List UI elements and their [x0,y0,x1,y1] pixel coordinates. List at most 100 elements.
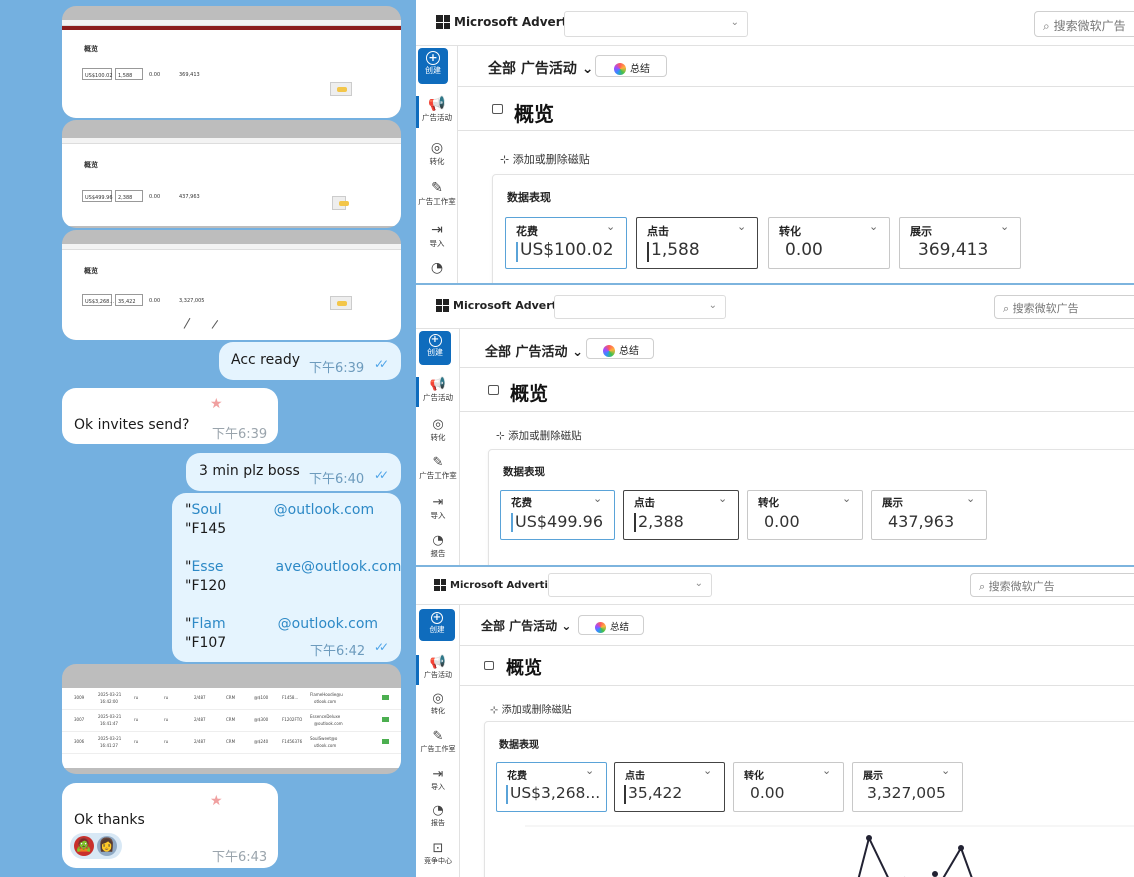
summary-button[interactable]: 总结 [595,55,667,77]
metric-spend[interactable]: 花费 ⌄ US$100.02 [505,217,627,269]
screenshot-photo[interactable]: 概览 US$100.02 1,588 0.00 369,413 [62,6,401,118]
table-row: 3009 2025-03-21 16:42:00 ru ru 2/487 CRM… [62,688,401,710]
add-remove-tiles-button[interactable]: ⊹ 添加或删除磁贴 [496,428,582,443]
account-selector[interactable]: ⌄ [554,295,726,319]
metric-conversions[interactable]: 转化 ⌄ 0.00 [733,762,844,812]
screenshot-photo[interactable]: 概览 US$3,268... 35,422 0.00 3,327,005 [62,230,401,340]
campaign-selector[interactable]: 全部 广告活动 ⌄ [485,341,583,360]
campaign-selector[interactable]: 全部 广告活动 ⌄ [488,58,593,78]
chart-point [866,835,872,841]
message-bubble-incoming[interactable]: ★ Ok invites send? 下午6:39 [62,388,278,444]
performance-card: 数据表现 花费 ⌄ US$100.02 点击 ⌄ 1,588 转化 ⌄ 0.00 展示… [492,174,1134,283]
nav-import[interactable]: ⇥ 导入 [416,767,460,797]
sidebar-toggle-icon[interactable] [484,661,494,670]
nav-reports[interactable]: ◔ 报告 [416,533,460,563]
metric-spend[interactable]: 花费 ⌄ US$499.96 [500,490,615,540]
thumbnail-metric: 0.00 [149,194,161,200]
metric-impressions[interactable]: 展示 ⌄ 3,327,005 [852,762,963,812]
add-icon: ⊹ [500,153,510,166]
nav-campaigns[interactable]: 📢 广告活动 [416,377,460,407]
account-selector[interactable]: ⌄ [564,11,748,37]
nav-import[interactable]: ⇥ 导入 [416,495,460,525]
nav-campaigns[interactable]: 📢 广告活动 [416,655,460,685]
create-button[interactable]: + 创建 [419,609,455,641]
metric-conversions[interactable]: 转化 ⌄ 0.00 [747,490,863,540]
message-text: Ok thanks [74,812,145,828]
pie-chart-icon: ◔ [432,533,444,548]
thumbnail-browser-bar [62,138,401,144]
chevron-down-icon: ⌄ [606,220,616,233]
nav-ad-studio[interactable]: ✎ 广告工作室 [416,729,460,759]
add-remove-tiles-button[interactable]: ⊹ 添加或删除磁贴 [490,701,572,716]
star-reaction-icon: ★ [210,793,223,809]
series-color-bar [506,785,508,804]
nav-ad-studio[interactable]: ✎ 广告工作室 [416,180,458,212]
ads-main: 全部 广告活动 ⌄ 总结 概览 ⊹ 添加或删除磁贴 数据表现 花费 ⌄ US$49… [460,329,1134,565]
add-remove-tiles-button[interactable]: ⊹ 添加或删除磁贴 [500,151,590,167]
credential-password-line: "F107 [185,635,227,651]
left-nav: + 创建 📢 广告活动 ◎ 转化 ✎ 广告工作室 ⇥ 导入 ◔ 报告 [416,329,460,565]
nav-competition-center[interactable]: ⊡ 竞争中心 [416,841,460,871]
metric-spend[interactable]: 花费 ⌄ US$3,268... [496,762,607,812]
nav-campaigns[interactable]: 📢 广告活动 [416,96,458,128]
summary-button[interactable]: 总结 [578,615,644,635]
message-bubble-outgoing[interactable]: "Soul @outlook.com "F145 "Esse ave@outlook… [172,493,401,662]
metric-impressions[interactable]: 展示 ⌄ 437,963 [871,490,987,540]
message-bubble-incoming[interactable]: ★ Ok thanks 🧟 👩 下午6:43 [62,783,278,868]
nav-reports[interactable]: ◔ [416,260,458,280]
message-time: 下午6:39 [212,427,268,442]
thumbnail-metric: 35,422 [115,294,143,306]
studio-icon: ✎ [431,180,443,196]
thumbnail-screen: 概览 US$100.02 1,588 0.00 369,413 [62,20,401,118]
ads-screenshot-panel: Microsoft Advertising ⌄ ⌕ 搜索微软广告 + 创建 📢 广告… [416,285,1134,565]
screenshot-photo[interactable]: 概览 US$499.96 2,388 0.00 437,963 [62,120,401,228]
metric-clicks[interactable]: 点击 ⌄ 1,588 [636,217,758,269]
screenshot-photo[interactable]: 3009 2025-03-21 16:42:00 ru ru 2/487 CRM… [62,664,401,774]
chevron-down-icon: ⌄ [703,764,713,777]
thumbnail-metric: 0.00 [149,72,161,78]
card-title: 数据表现 [503,466,545,478]
ads-main: 全部 广告活动 ⌄ 总结 概览 ⊹ 添加或删除磁贴 数据表现 花费 ⌄ US$10… [458,46,1134,283]
ads-main: 全部 广告活动 ⌄ 总结 概览 ⊹ 添加或删除磁贴 数据表现 花费 ⌄ US$3,… [460,605,1134,877]
chat-conversation: 概览 US$100.02 1,588 0.00 369,413 概览 US$49… [0,0,416,877]
page-title: 概览 [514,102,554,126]
sidebar-toggle-icon[interactable] [488,385,499,395]
create-button[interactable]: + 创建 [418,48,448,84]
divider [460,645,1134,646]
campaign-selector[interactable]: 全部 广告活动 ⌄ [481,617,571,634]
search-input[interactable]: ⌕ 搜索微软广告 [970,573,1134,597]
left-nav: + 创建 📢 广告活动 ◎ 转化 ✎ 广告工作室 ⇥ 导入 ◔ 报告 ⊡ 竞争中心 [416,605,460,877]
metric-conversions[interactable]: 转化 ⌄ 0.00 [768,217,890,269]
nav-conversions[interactable]: ◎ 转化 [416,691,460,721]
nav-conversions[interactable]: ◎ 转化 [416,140,458,170]
nav-import[interactable]: ⇥ 导入 [416,222,458,252]
create-button[interactable]: + 创建 [419,331,451,365]
nav-reports[interactable]: ◔ 报告 [416,803,460,833]
sidebar-toggle-icon[interactable] [492,104,503,114]
chart-point [932,871,938,877]
nav-conversions[interactable]: ◎ 转化 [416,417,460,447]
chart-point [958,845,964,851]
summary-button[interactable]: 总结 [586,338,654,359]
card-title: 数据表现 [507,191,551,204]
windows-logo-icon [436,299,449,312]
performance-card: 数据表现 花费 ⌄ US$3,268... 点击 ⌄ 35,422 转化 ⌄ 0.00… [484,721,1134,877]
message-bubble-outgoing[interactable]: Acc ready 下午6:39 ✓✓ [219,342,401,380]
add-icon: ⊹ [490,705,499,716]
message-time: 下午6:43 [212,850,268,865]
message-bubble-outgoing[interactable]: 3 min plz boss 下午6:40 ✓✓ [186,453,401,491]
search-input[interactable]: ⌕ 搜索微软广告 [994,295,1134,319]
metric-impressions[interactable]: 展示 ⌄ 369,413 [899,217,1021,269]
search-input[interactable]: ⌕ 搜索微软广告 [1034,11,1134,37]
chevron-down-icon: ⌄ [585,764,595,777]
import-icon: ⇥ [432,495,444,510]
reaction-avatars[interactable]: 🧟 👩 [70,833,122,859]
series-color-bar [516,242,518,262]
account-selector[interactable]: ⌄ [548,573,712,597]
target-icon: ◎ [430,140,444,156]
page-title: 概览 [506,658,542,679]
nav-ad-studio[interactable]: ✎ 广告工作室 [416,455,460,487]
status-badge [382,717,389,722]
metric-clicks[interactable]: 点击 ⌄ 2,388 [623,490,739,540]
metric-clicks[interactable]: 点击 ⌄ 35,422 [614,762,725,812]
